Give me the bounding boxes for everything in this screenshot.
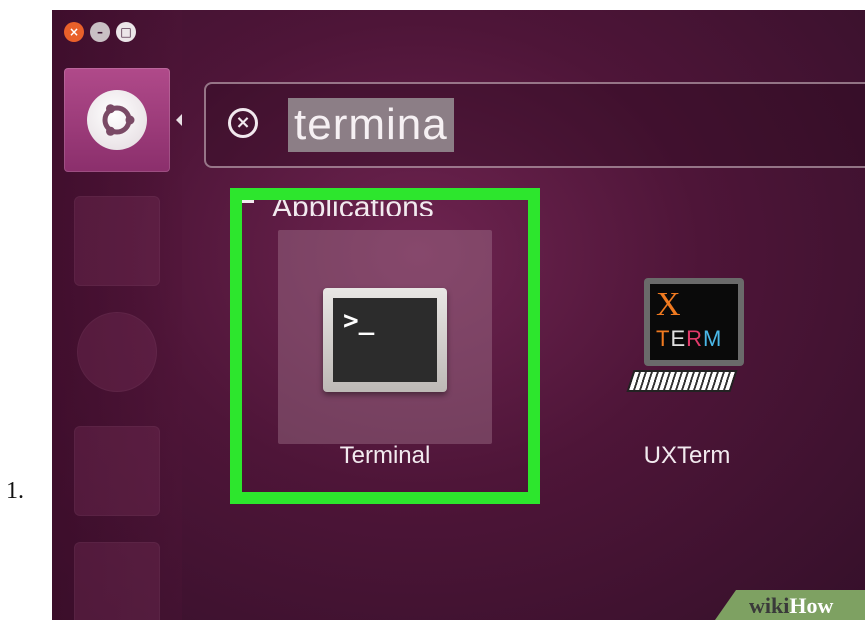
dash-search-bar: × termina (204, 82, 865, 168)
wikihow-watermark: wikiHow (715, 590, 865, 620)
xterm-icon[interactable]: X TERM (626, 278, 746, 396)
ubuntu-desktop-screen: × – □ × termina Applications >_ Terminal… (52, 10, 865, 620)
document-icon[interactable] (74, 426, 160, 516)
files-icon[interactable] (74, 196, 160, 286)
search-input[interactable]: termina (288, 98, 454, 152)
xterm-screen: X TERM (650, 284, 738, 360)
active-indicator-icon (176, 114, 182, 126)
unity-launcher (52, 10, 182, 620)
firefox-icon[interactable] (77, 312, 157, 392)
close-icon[interactable]: × (64, 22, 84, 42)
keyboard-icon (626, 370, 738, 392)
xterm-x-label: X (656, 286, 681, 323)
maximize-icon[interactable]: □ (116, 22, 136, 42)
clear-search-icon[interactable]: × (228, 108, 258, 138)
window-controls: × – □ (64, 22, 136, 42)
xterm-monitor: X TERM (644, 278, 744, 366)
step-number: 1. (6, 478, 24, 504)
ubuntu-logo-icon (87, 90, 147, 150)
dash-home-button[interactable] (64, 68, 170, 172)
xterm-term-label: TERM (656, 326, 723, 351)
highlight-box (230, 188, 540, 504)
minimize-icon[interactable]: – (90, 22, 110, 42)
spreadsheet-icon[interactable] (74, 542, 160, 620)
uxterm-label[interactable]: UXTerm (580, 442, 794, 470)
